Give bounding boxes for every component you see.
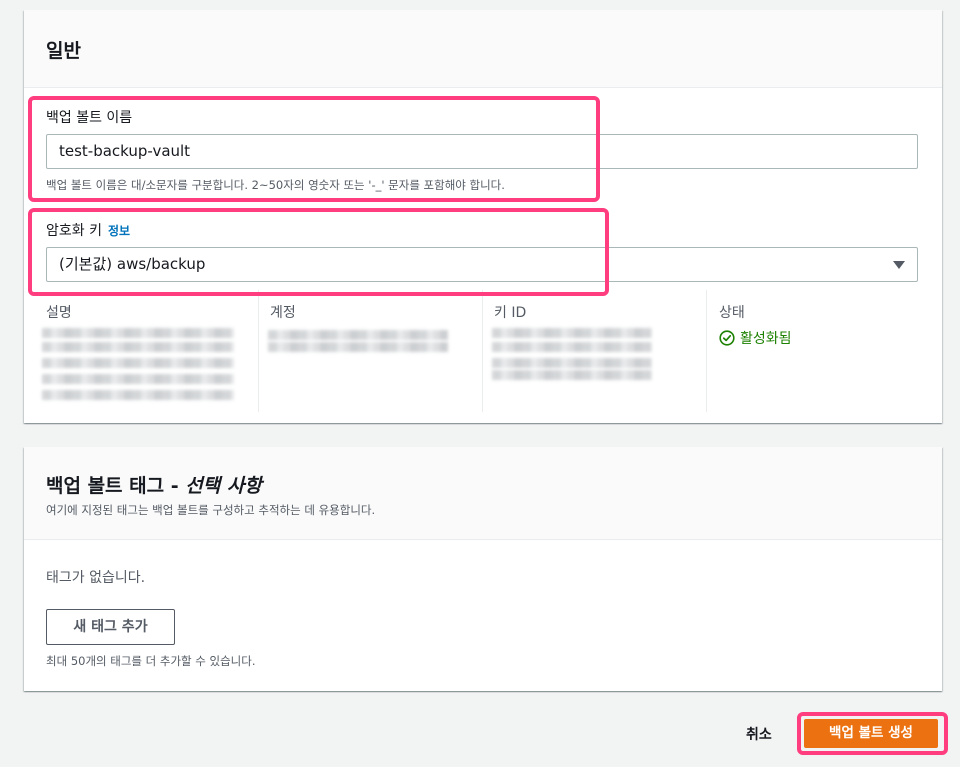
redacted-description-line — [42, 358, 234, 368]
redacted-description-line — [42, 374, 234, 384]
encryption-key-select[interactable]: (기본값) aws/backup — [46, 247, 918, 282]
general-panel-header: 일반 — [24, 10, 942, 88]
status-indicator: 활성화됨 — [719, 328, 792, 348]
tags-panel-header: 백업 볼트 태그 - 선택 사항 여기에 지정된 태그는 백업 볼트를 구성하고… — [24, 447, 942, 540]
tags-panel: 백업 볼트 태그 - 선택 사항 여기에 지정된 태그는 백업 볼트를 구성하고… — [24, 447, 942, 691]
key-id-column-label: 키 ID — [494, 305, 527, 321]
status-column-label: 상태 — [719, 305, 745, 321]
tags-subtitle: 여기에 지정된 태그는 백업 볼트를 구성하고 추적하는 데 유용합니다. — [46, 503, 376, 517]
column-divider — [258, 290, 259, 412]
redacted-account-line — [268, 342, 448, 352]
redacted-account-line — [268, 330, 448, 340]
redacted-key-id-line — [492, 370, 652, 380]
column-divider — [482, 290, 483, 412]
check-circle-icon — [719, 330, 735, 346]
vault-name-hint: 백업 볼트 이름은 대/소문자를 구분합니다. 2~50자의 영숫자 또는 '-… — [46, 178, 505, 192]
info-link[interactable]: 정보 — [108, 224, 130, 238]
redacted-description-line — [42, 328, 234, 338]
vault-name-label: 백업 볼트 이름 — [46, 110, 133, 126]
dropdown-caret-icon — [893, 261, 905, 269]
encryption-key-selected-value: (기본값) aws/backup — [59, 255, 206, 273]
tags-title-optional: 선택 사항 — [185, 475, 262, 497]
encryption-key-label-text: 암호화 키 — [46, 223, 102, 239]
tags-title: 백업 볼트 태그 - 선택 사항 — [46, 471, 262, 498]
redacted-key-id-line — [492, 342, 652, 352]
tags-title-text: 백업 볼트 태그 - — [46, 475, 179, 497]
tag-limit-hint: 최대 50개의 태그를 더 추가할 수 있습니다. — [46, 654, 256, 668]
account-column-label: 계정 — [270, 305, 296, 321]
vault-name-input[interactable]: test-backup-vault — [46, 134, 918, 169]
redacted-key-id-line — [492, 358, 652, 368]
no-tags-text: 태그가 없습니다. — [46, 570, 146, 586]
status-value: 활성화됨 — [740, 331, 792, 347]
description-column-label: 설명 — [46, 305, 72, 321]
cancel-button[interactable]: 취소 — [746, 724, 772, 744]
redacted-description-line — [42, 342, 234, 352]
create-vault-button[interactable]: 백업 볼트 생성 — [804, 719, 938, 748]
encryption-key-label: 암호화 키 정보 — [46, 220, 130, 240]
redacted-key-id-line — [492, 328, 652, 338]
redacted-description-line — [42, 390, 234, 400]
column-divider — [706, 290, 707, 412]
general-panel: 일반 백업 볼트 이름 test-backup-vault 백업 볼트 이름은 … — [24, 10, 942, 423]
add-tag-button[interactable]: 새 태그 추가 — [46, 609, 175, 645]
general-title: 일반 — [46, 40, 81, 62]
